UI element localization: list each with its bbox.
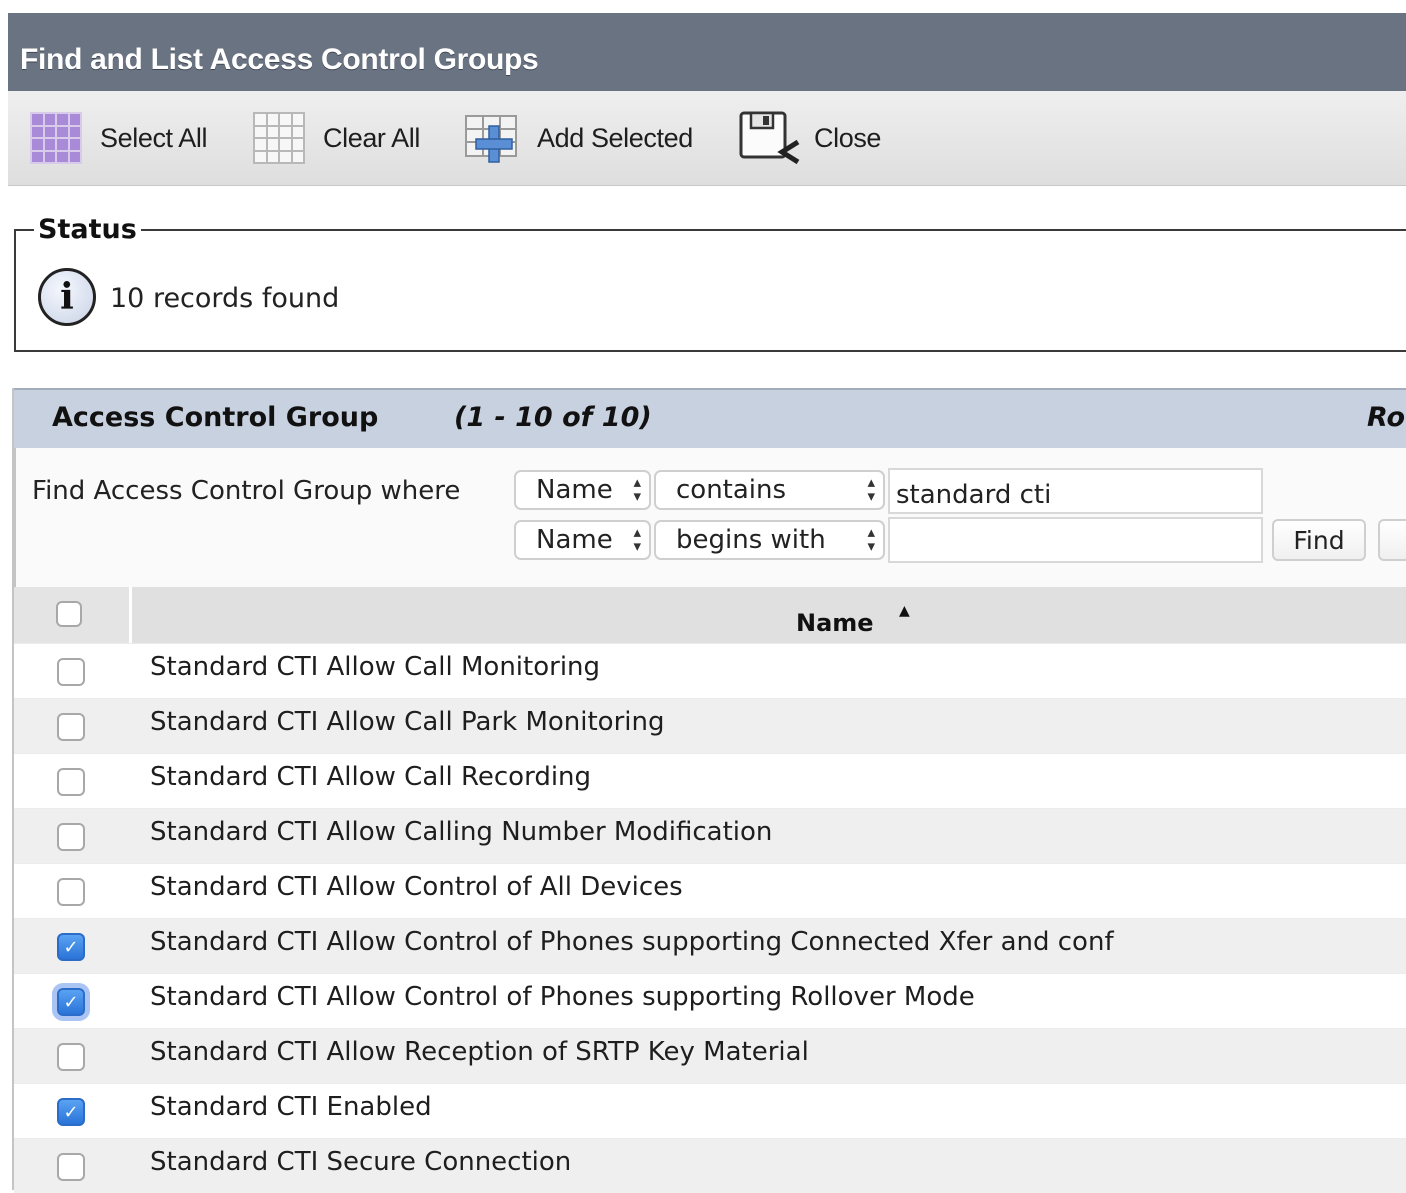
row-checkbox[interactable]: ✓ [57,988,85,1016]
title-bar: Find and List Access Control Groups [8,13,1406,91]
row-checkbox[interactable] [57,1153,85,1181]
search-input-2[interactable] [888,517,1263,563]
row-name-link[interactable]: Standard CTI Allow Reception of SRTP Key… [150,1037,809,1067]
info-icon: i [38,268,96,326]
row-name-link[interactable]: Standard CTI Allow Control of Phones sup… [150,927,1114,957]
row-name-link[interactable]: Standard CTI Enabled [150,1092,432,1122]
select-all-icon [30,112,82,164]
row-checkbox[interactable]: ✓ [57,1098,85,1126]
status-message: 10 records found [110,283,340,314]
row-checkbox[interactable] [57,878,85,906]
clear-all-icon [253,112,305,164]
row-checkbox[interactable]: ✓ [57,933,85,961]
row-name-link[interactable]: Standard CTI Allow Control of All Device… [150,872,683,902]
status-legend: Status [34,214,141,245]
close-button[interactable]: Close [738,91,881,185]
add-selected-label: Add Selected [537,122,693,153]
select-all-label: Select All [100,122,208,153]
search-label: Find Access Control Group where [32,476,461,506]
row-name-link[interactable]: Standard CTI Allow Calling Number Modifi… [150,817,772,847]
search-operator-select-2-value: begins with [676,525,826,555]
row-name-link[interactable]: Standard CTI Allow Call Recording [150,762,591,792]
clear-all-button[interactable]: Clear All [253,91,420,185]
row-name-link[interactable]: Standard CTI Allow Control of Phones sup… [150,982,975,1012]
add-selected-icon [465,115,517,163]
close-label: Close [814,122,882,153]
row-name-link[interactable]: Standard CTI Allow Call Park Monitoring [150,707,664,737]
page-title: Find and List Access Control Groups [20,43,539,76]
rows-per-page-label: Ro [1367,402,1405,433]
select-arrows-icon: ▴ ▾ [867,523,875,555]
header-name-cell[interactable] [129,587,1406,643]
sort-ascending-icon: ▲ [899,603,910,619]
clear-all-label: Clear All [323,122,420,153]
select-arrows-icon: ▴ ▾ [867,473,875,505]
close-icon [739,111,800,165]
panel-title: Access Control Group [52,402,379,433]
row-checkbox[interactable] [57,823,85,851]
clear-filter-button[interactable] [1378,519,1406,561]
name-column-header[interactable]: Name [796,609,874,637]
search-input-1[interactable]: standard cti [888,468,1263,514]
search-field-select-2-value: Name [536,525,613,555]
row-checkbox[interactable] [57,713,85,741]
select-all-checkbox[interactable] [56,601,82,627]
search-operator-select-2[interactable]: begins with ▴ ▾ [654,520,885,560]
table-header [14,587,1406,643]
search-field-select-1[interactable]: Name ▴ ▾ [514,470,651,510]
record-range: (1 - 10 of 10) [454,402,652,433]
select-arrows-icon: ▴ ▾ [633,473,641,505]
toolbar: Select All Clear All Add Selected Close [8,91,1406,186]
row-name-link[interactable]: Standard CTI Allow Call Monitoring [150,652,600,682]
row-checkbox[interactable] [57,1043,85,1071]
panel-header: Access Control Group (1 - 10 of 10) Ro [14,388,1406,450]
row-checkbox[interactable] [57,768,85,796]
search-operator-select-1[interactable]: contains ▴ ▾ [654,470,885,510]
select-arrows-icon: ▴ ▾ [633,523,641,555]
search-field-select-2[interactable]: Name ▴ ▾ [514,520,651,560]
search-field-select-1-value: Name [536,475,613,505]
row-name-link[interactable]: Standard CTI Secure Connection [150,1147,571,1177]
select-all-button[interactable]: Select All [30,91,207,185]
find-button[interactable]: Find [1272,519,1366,561]
search-operator-select-1-value: contains [676,475,787,505]
add-selected-button[interactable]: Add Selected [463,91,693,185]
row-checkbox[interactable] [57,658,85,686]
